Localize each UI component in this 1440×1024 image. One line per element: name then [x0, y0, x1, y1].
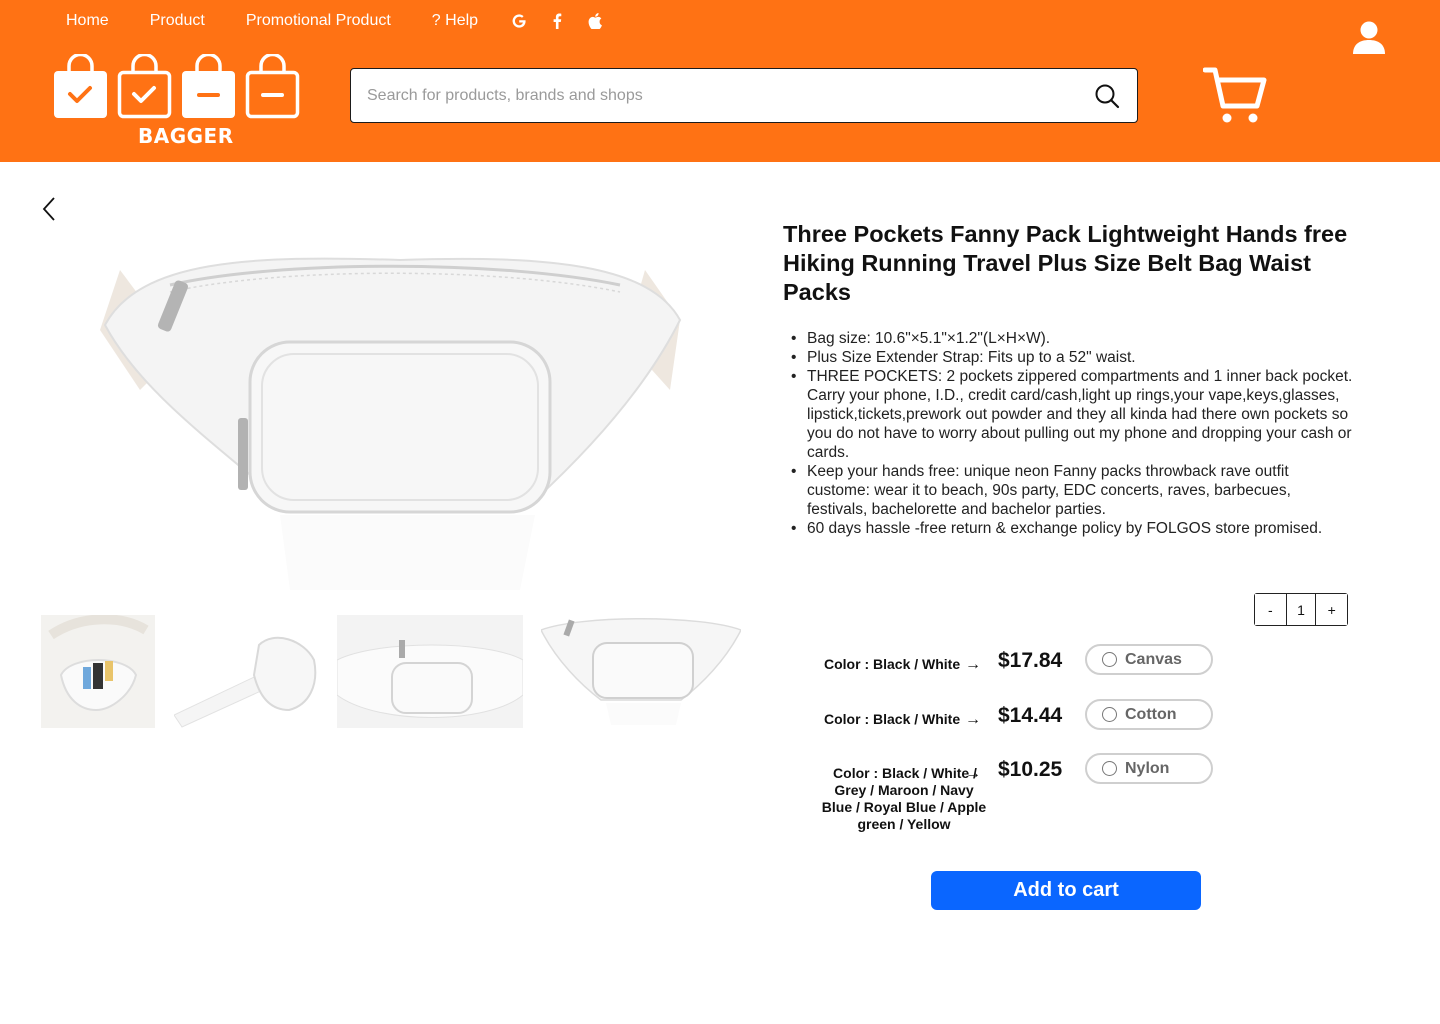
material-radio-label: Cotton [1125, 705, 1177, 723]
google-icon[interactable] [511, 13, 527, 29]
thumbnail-4[interactable] [541, 615, 741, 728]
logo-bag-minus-filled-icon [182, 54, 235, 118]
thumbnail-1[interactable] [41, 615, 155, 728]
feature-item: 60 days hassle -free return & exchange p… [788, 519, 1354, 538]
social-login-icons [511, 13, 603, 29]
feature-list: Bag size: 10.6"×5.1"×1.2"(L×H×W). Plus S… [788, 329, 1354, 538]
logo-bag-check-outline-icon [117, 54, 172, 119]
arrow-right-icon: → [965, 765, 981, 782]
nav-product-link[interactable]: Product [150, 12, 205, 30]
logo-bag-minus-outline-icon [245, 54, 300, 119]
nav-help-link[interactable]: ? Help [432, 12, 478, 30]
thumbnail-2[interactable] [174, 615, 319, 728]
facebook-icon[interactable] [549, 13, 565, 29]
material-radio-label: Canvas [1125, 650, 1182, 668]
feature-item: Keep your hands free: unique neon Fanny … [788, 462, 1354, 519]
logo-bag-check-filled-icon [54, 54, 107, 118]
product-description: Bag size: 10.6"×5.1"×1.2"(L×H×W). Plus S… [788, 329, 1354, 538]
quantity-increase-button[interactable]: + [1316, 594, 1347, 625]
search-icon[interactable] [1093, 82, 1121, 110]
nav-home-link[interactable]: Home [66, 12, 109, 30]
option-color-label: Color : Black / White [824, 656, 961, 672]
nav-promotional-link[interactable]: Promotional Product [246, 12, 391, 30]
thumbnail-strip [41, 615, 741, 728]
feature-item: Bag size: 10.6"×5.1"×1.2"(L×H×W). [788, 329, 1354, 348]
brand-name: BAGGER [138, 124, 234, 148]
arrow-right-icon: → [965, 711, 981, 728]
header: Home Product Promotional Product ? Help [0, 0, 1440, 162]
option-price: $14.44 [998, 704, 1063, 727]
radio-circle-icon [1102, 761, 1117, 776]
add-to-cart-button[interactable]: Add to cart [931, 871, 1201, 910]
main-product-image [80, 230, 720, 600]
bagger-logo[interactable]: BAGGER [53, 54, 303, 148]
radio-circle-icon [1102, 707, 1117, 722]
search-input[interactable] [367, 86, 1093, 105]
search-bar [350, 68, 1138, 123]
material-radio-nylon[interactable]: Nylon [1085, 753, 1213, 784]
feature-item: THREE POCKETS: 2 pockets zippered compar… [788, 367, 1354, 462]
apple-icon[interactable] [587, 13, 603, 29]
option-price: $17.84 [998, 649, 1063, 672]
top-nav: Home Product Promotional Product ? Help [66, 10, 603, 32]
arrow-right-icon: → [965, 656, 981, 673]
material-radio-label: Nylon [1125, 759, 1170, 777]
feature-item: Plus Size Extender Strap: Fits up to a 5… [788, 348, 1354, 367]
material-radio-canvas[interactable]: Canvas [1085, 644, 1213, 675]
cart-icon[interactable] [1202, 66, 1267, 126]
material-radio-cotton[interactable]: Cotton [1085, 699, 1213, 730]
product-title: Three Pockets Fanny Pack Lightweight Han… [783, 221, 1348, 305]
thumbnail-3[interactable] [337, 615, 523, 728]
quantity-decrease-button[interactable]: - [1255, 594, 1286, 625]
option-price: $10.25 [998, 758, 1063, 781]
quantity-stepper: - 1 + [1254, 593, 1348, 626]
user-account-icon[interactable] [1351, 20, 1387, 56]
quantity-value[interactable]: 1 [1285, 594, 1317, 625]
option-color-label: Color : Black / White [824, 711, 961, 727]
logo-bags [53, 54, 303, 119]
back-chevron-icon[interactable] [40, 196, 60, 222]
radio-circle-icon [1102, 652, 1117, 667]
